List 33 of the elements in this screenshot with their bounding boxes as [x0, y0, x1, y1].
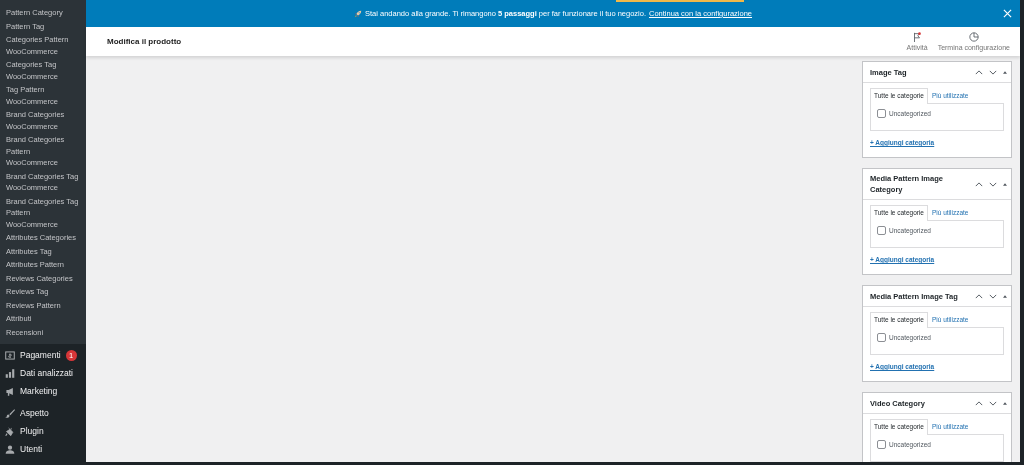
sidebar-menu-item[interactable]: Pagamenti [20, 350, 61, 360]
sidebar-menu-item[interactable]: Aspetto [20, 408, 49, 418]
chevron-up-icon[interactable] [975, 181, 983, 187]
progress-circle-icon [968, 32, 979, 42]
checkbox[interactable] [877, 226, 886, 235]
chevron-up-icon[interactable] [975, 69, 983, 75]
chevron-up-icon[interactable] [975, 400, 983, 406]
banknote-icon [5, 350, 15, 360]
triangle-up-icon[interactable] [1003, 182, 1007, 186]
paintbrush-icon [5, 408, 15, 418]
checkbox[interactable] [877, 333, 886, 342]
sidebar-menu-item[interactable]: Utenti [20, 444, 43, 454]
chevron-down-icon[interactable] [989, 69, 997, 75]
checkbox[interactable] [877, 440, 886, 449]
checkbox[interactable] [877, 109, 886, 118]
rocket-icon [354, 9, 362, 18]
triangle-up-icon[interactable] [1003, 70, 1007, 74]
sidebar-menu-item[interactable]: Marketing [20, 386, 58, 396]
chevron-down-icon[interactable] [989, 400, 997, 406]
user-icon [5, 444, 15, 454]
bar-chart-icon [5, 368, 15, 378]
close-icon[interactable] [1003, 9, 1012, 18]
chevron-down-icon[interactable] [989, 293, 997, 299]
page-title: Modifica il prodotto [107, 37, 182, 46]
triangle-up-icon[interactable] [1003, 401, 1007, 405]
chevron-down-icon[interactable] [989, 181, 997, 187]
flag-icon [912, 32, 923, 42]
sidebar-menu-item[interactable]: Dati analizzati [20, 368, 73, 378]
megaphone-icon [5, 386, 15, 396]
plug-icon [5, 426, 15, 436]
sidebar-menu-item[interactable]: Plugin [20, 426, 44, 436]
triangle-up-icon[interactable] [1003, 294, 1007, 298]
chevron-up-icon[interactable] [975, 293, 983, 299]
